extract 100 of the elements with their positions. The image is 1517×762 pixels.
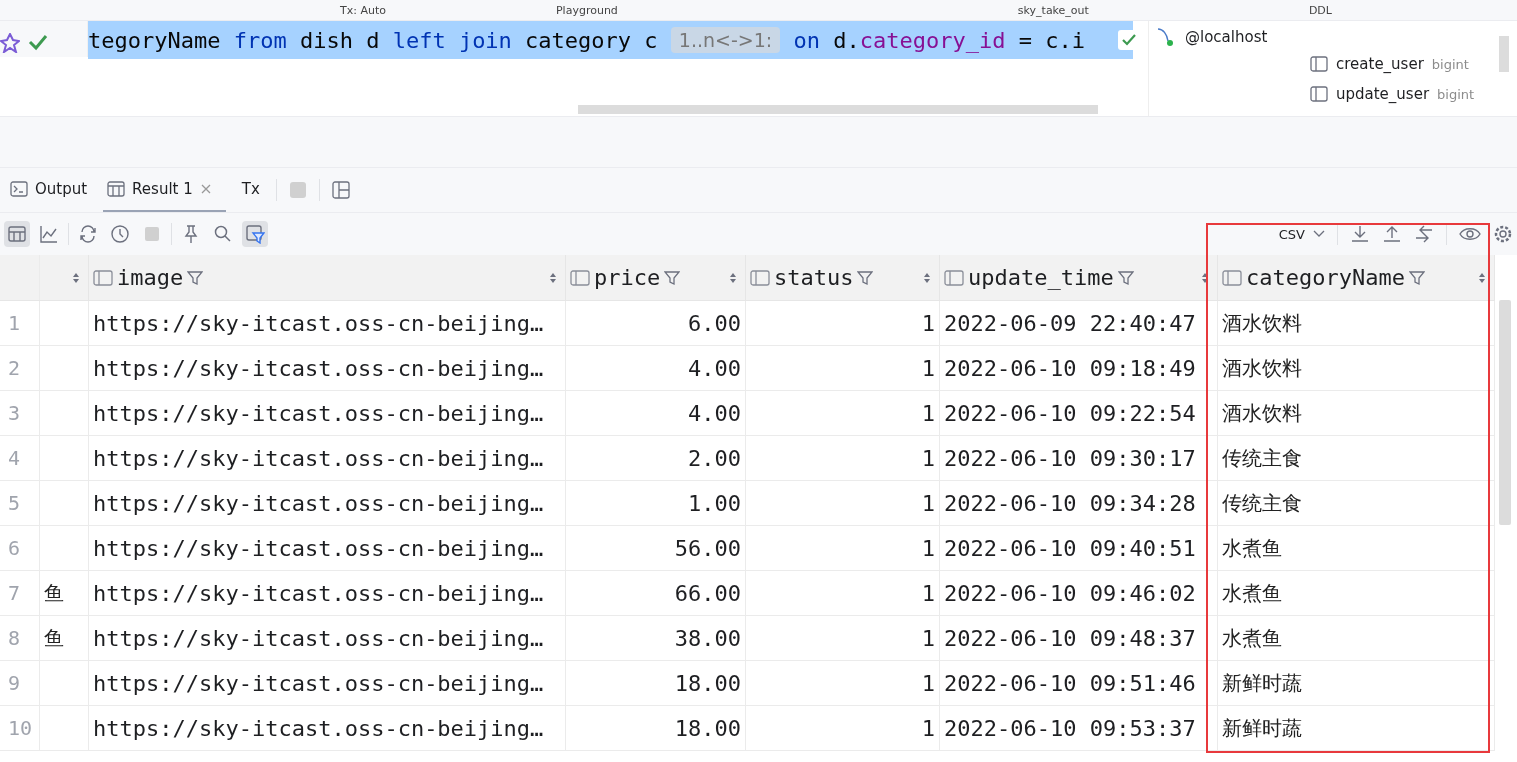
- filter-icon[interactable]: [857, 269, 874, 286]
- sort-icon[interactable]: [923, 271, 931, 284]
- toolbar-label[interactable]: Tx: Auto: [340, 3, 386, 17]
- table-cell: 水煮鱼: [1218, 571, 1495, 615]
- column-header[interactable]: price: [594, 265, 661, 290]
- tab[interactable]: Output: [6, 168, 92, 212]
- layout-icon[interactable]: [331, 181, 350, 199]
- table-cell: 2022-06-10 09:53:37: [940, 706, 1218, 750]
- table-cell: 1: [746, 436, 940, 480]
- column-icon: [570, 268, 590, 287]
- table-cell: 2022-06-10 09:30:17: [940, 436, 1218, 480]
- table-cell: 6.00: [566, 301, 746, 345]
- row-number: 8: [0, 616, 40, 660]
- column-type: bigint: [1431, 56, 1469, 72]
- table-cell: 4.00: [566, 391, 746, 435]
- table-cell: 鱼: [40, 571, 89, 615]
- table-cell: 1: [746, 661, 940, 705]
- column-name[interactable]: update_user: [1336, 85, 1430, 103]
- table-cell: 传统主食: [1218, 436, 1495, 480]
- table-cell: 2022-06-10 09:22:54: [940, 391, 1218, 435]
- table-cell: 鱼: [40, 616, 89, 660]
- sort-icon[interactable]: [1201, 271, 1209, 284]
- table-cell: https://sky-itcast.oss-cn-beijing…: [89, 661, 566, 705]
- column-header[interactable]: update_time: [968, 265, 1114, 290]
- host-label[interactable]: @localhost: [1185, 28, 1268, 46]
- table-cell: 2022-06-10 09:48:37: [940, 616, 1218, 660]
- filter-icon[interactable]: [1408, 269, 1425, 286]
- grid-icon[interactable]: [4, 221, 30, 247]
- table-cell: 新鲜时蔬: [1218, 661, 1495, 705]
- sort-icon[interactable]: [72, 271, 80, 284]
- row-number: 7: [0, 571, 40, 615]
- table-cell: https://sky-itcast.oss-cn-beijing…: [89, 346, 566, 390]
- caret-icon[interactable]: [1313, 230, 1325, 238]
- row-number: 6: [0, 526, 40, 570]
- sort-icon[interactable]: [549, 271, 557, 284]
- table-cell: 传统主食: [1218, 481, 1495, 525]
- table-cell: 66.00: [566, 571, 746, 615]
- table-cell: 18.00: [566, 706, 746, 750]
- table-cell: 1: [746, 301, 940, 345]
- settings-icon[interactable]: [1493, 224, 1513, 244]
- table-cell: 2022-06-10 09:34:28: [940, 481, 1218, 525]
- table-cell: 2022-06-09 22:40:47: [940, 301, 1218, 345]
- column-type: bigint: [1437, 86, 1475, 102]
- table-cell: 新鲜时蔬: [1218, 706, 1495, 750]
- transpose-icon[interactable]: [1414, 224, 1434, 244]
- column-icon: [1310, 56, 1328, 72]
- toolbar-label[interactable]: sky_take_out: [1017, 3, 1089, 17]
- table-cell: https://sky-itcast.oss-cn-beijing…: [89, 391, 566, 435]
- table-cell: https://sky-itcast.oss-cn-beijing…: [89, 571, 566, 615]
- download-icon[interactable]: [1350, 224, 1370, 244]
- table-cell: 38.00: [566, 616, 746, 660]
- row-number: 2: [0, 346, 40, 390]
- table-cell: 1: [746, 526, 940, 570]
- row-number: 9: [0, 661, 40, 705]
- row-number: 3: [0, 391, 40, 435]
- toolbar-label[interactable]: Playground: [556, 3, 618, 17]
- column-icon: [1310, 86, 1328, 102]
- scrollbar[interactable]: [1499, 36, 1509, 72]
- table-cell: 2.00: [566, 436, 746, 480]
- table-cell: 18.00: [566, 661, 746, 705]
- scrollbar[interactable]: [1499, 300, 1511, 525]
- upload-icon[interactable]: [1382, 224, 1402, 244]
- table-cell: https://sky-itcast.oss-cn-beijing…: [89, 301, 566, 345]
- sort-icon[interactable]: [1478, 271, 1486, 284]
- table-cell: 酒水饮料: [1218, 346, 1495, 390]
- column-header[interactable]: image: [117, 265, 184, 290]
- sort-icon[interactable]: [729, 271, 737, 284]
- console-icon: [10, 181, 28, 197]
- filter-icon[interactable]: [664, 269, 681, 286]
- tab[interactable]: Tx: [237, 168, 264, 212]
- table-cell: 2022-06-10 09:46:02: [940, 571, 1218, 615]
- table-cell: https://sky-itcast.oss-cn-beijing…: [89, 481, 566, 525]
- table-cell: https://sky-itcast.oss-cn-beijing…: [89, 706, 566, 750]
- table-cell: 2022-06-10 09:51:46: [940, 661, 1218, 705]
- toolbar-label[interactable]: DDL: [1308, 3, 1332, 17]
- row-number: 10: [0, 706, 40, 750]
- filter-icon[interactable]: [242, 221, 268, 247]
- table-cell: 56.00: [566, 526, 746, 570]
- table-cell: 1: [746, 391, 940, 435]
- column-header[interactable]: status: [774, 265, 854, 290]
- column-header[interactable]: categoryName: [1246, 265, 1405, 290]
- scrollbar[interactable]: [578, 105, 1098, 114]
- table-cell: 1: [746, 346, 940, 390]
- format-dropdown[interactable]: CSV: [1278, 226, 1325, 242]
- table-cell: 2022-06-10 09:18:49: [940, 346, 1218, 390]
- table-cell: 酒水饮料: [1218, 301, 1495, 345]
- table-cell: 酒水饮料: [1218, 391, 1495, 435]
- column-icon: [93, 268, 113, 287]
- filter-icon[interactable]: [1117, 269, 1134, 286]
- column-name[interactable]: create_user: [1336, 55, 1424, 73]
- column-icon: [1222, 268, 1242, 287]
- filter-icon[interactable]: [187, 269, 204, 286]
- table-cell: 1: [746, 706, 940, 750]
- close-icon[interactable]: [199, 183, 212, 195]
- row-number: 1: [0, 301, 40, 345]
- table-cell: 2022-06-10 09:40:51: [940, 526, 1218, 570]
- table-cell: 1: [746, 616, 940, 660]
- table-cell: https://sky-itcast.oss-cn-beijing…: [89, 526, 566, 570]
- table-cell: https://sky-itcast.oss-cn-beijing…: [89, 616, 566, 660]
- table-cell: 1.00: [566, 481, 746, 525]
